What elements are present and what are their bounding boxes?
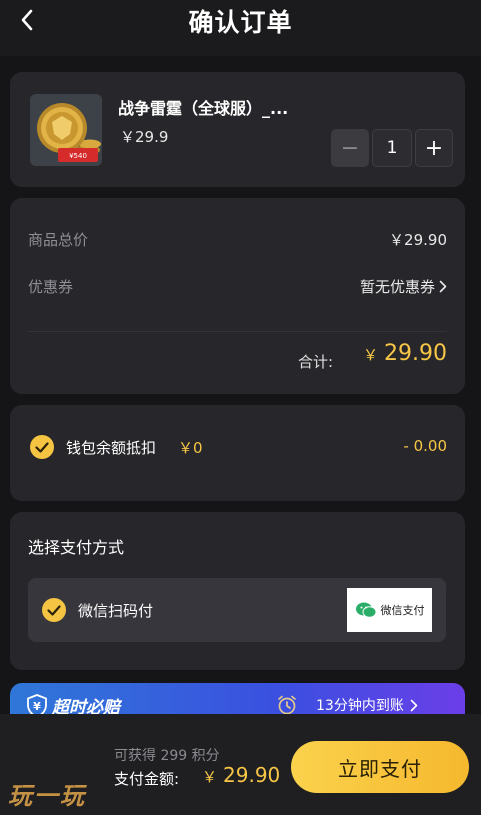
total-currency: ￥ [363,346,379,364]
wechat-pay-logo: 微信支付 [347,588,432,632]
total-value: 29.90 [384,341,447,366]
payment-radio[interactable] [42,598,66,622]
points-text: 可获得 299 积分 [114,748,220,764]
check-icon [47,604,61,616]
product-card: ¥540 战争雷霆（全球服）_... ￥29.9 − 1 + [10,72,465,187]
svg-text:¥: ¥ [33,700,41,713]
coupon-value: 暂无优惠券 [359,278,435,296]
check-icon [35,441,49,453]
wechat-icon [355,602,376,618]
subtotal-value: ￥29.90 [389,231,447,249]
promo-right: 13分钟内到账 [276,694,418,716]
alarm-clock-icon [278,695,296,715]
order-confirm-page: 确认订单 ¥540 战争雷霆（全球服）_... ￥29.9 − 1 + 商品总价… [0,0,481,815]
chevron-right-icon [410,699,418,711]
total-amount: ￥ 29.90 [363,341,447,366]
coupon-selector[interactable]: 暂无优惠券 [360,276,447,297]
pay-currency: ￥ [202,768,218,786]
total-label: 合计: [298,353,334,371]
divider [28,331,447,332]
payment-option-wechat[interactable]: 微信扫码付 微信支付 [28,578,446,642]
checkout-bar: 玩一玩 可获得 299 积分 支付金额: ￥ 29.90 立即支付 [0,714,481,815]
wallet-label: 钱包余额抵扣 [66,439,157,457]
page-title: 确认订单 [188,8,293,37]
wallet-deduction: - 0.00 [403,437,447,455]
quantity-value[interactable]: 1 [372,129,412,167]
pay-amount-value: 29.90 [223,763,281,787]
game-coin-icon: ¥540 [30,94,102,166]
chevron-right-icon [439,280,447,293]
watermark-logo: 玩一玩 [8,782,86,810]
quantity-stepper: − 1 + [331,129,453,167]
payment-option-label: 微信扫码付 [78,602,154,620]
product-price: ￥29.9 [120,128,169,146]
wallet-checkbox[interactable] [30,435,54,459]
thumb-badge: ¥540 [69,152,87,160]
pay-amount: ￥ 29.90 [202,763,280,787]
increase-button[interactable]: + [415,129,453,167]
promo-text: 13分钟内到账 [316,698,404,714]
wechat-pay-text: 微信支付 [380,604,425,617]
decrease-button[interactable]: − [331,129,369,167]
wallet-balance: ￥0 [178,439,203,457]
subtotal-label: 商品总价 [28,231,89,249]
product-name: 战争雷霆（全球服）_... [118,99,289,118]
price-summary-card: 商品总价 ￥29.90 优惠券 暂无优惠券 合计: ￥ 29.90 [10,198,465,394]
product-thumbnail: ¥540 [30,94,102,166]
payment-method-card: 选择支付方式 微信扫码付 微信支付 [10,512,465,670]
header: 确认订单 [0,0,481,56]
pay-amount-label: 支付金额: [114,770,180,788]
wallet-card: 钱包余额抵扣 ￥0 - 0.00 [10,405,465,501]
coupon-label: 优惠券 [28,278,74,296]
pay-now-button[interactable]: 立即支付 [291,741,469,793]
payment-title: 选择支付方式 [28,538,125,557]
